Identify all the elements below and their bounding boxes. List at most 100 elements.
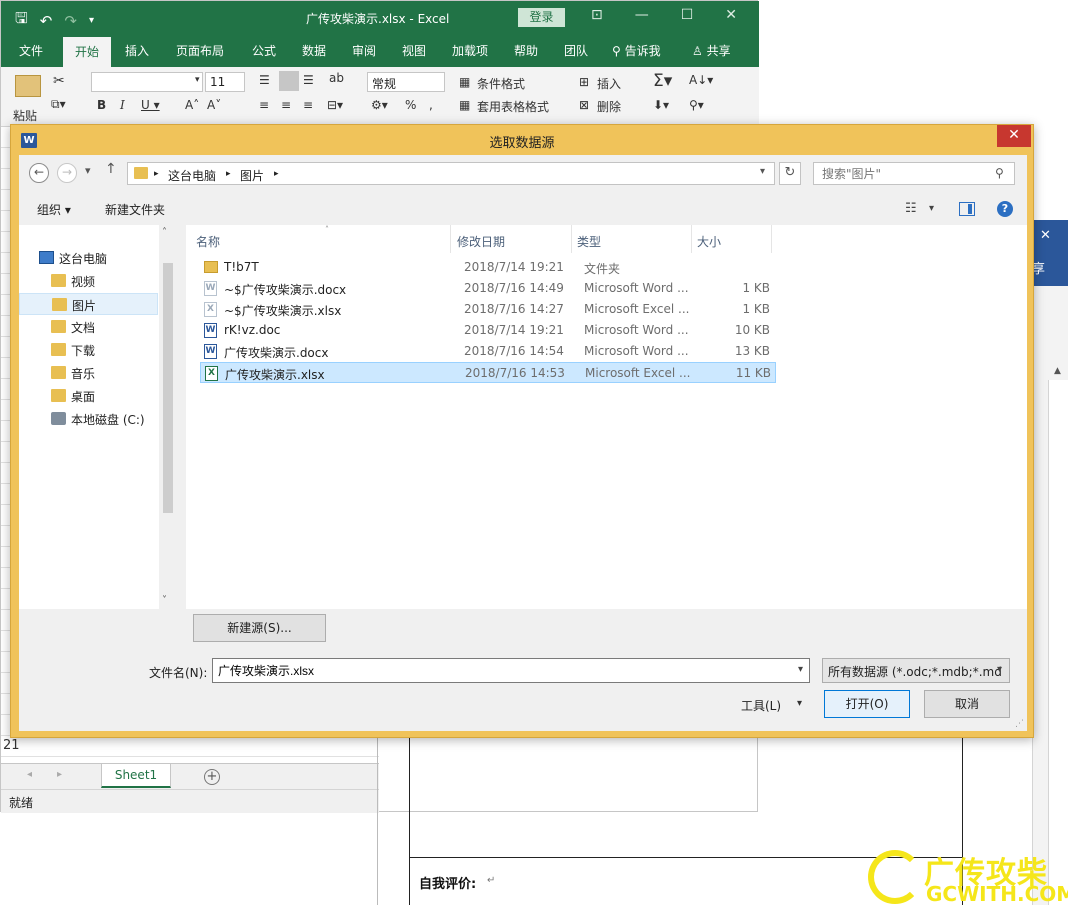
- align-left-icon[interactable]: ≡: [259, 98, 269, 112]
- tab-formulas[interactable]: 公式: [252, 42, 276, 59]
- tools-button[interactable]: 工具(L): [741, 697, 781, 714]
- align-bottom-icon[interactable]: ☰: [303, 73, 314, 87]
- underline-icon[interactable]: U ▾: [141, 98, 160, 112]
- dialog-close-button[interactable]: ✕: [997, 125, 1031, 147]
- paste-label[interactable]: 粘贴: [13, 107, 37, 124]
- nav-item[interactable]: 视频: [19, 270, 158, 292]
- search-icon[interactable]: ⚲: [995, 166, 1004, 180]
- filename-dropdown-icon[interactable]: ▾: [798, 664, 803, 675]
- column-header-date[interactable]: 修改日期: [457, 233, 505, 250]
- new-source-button[interactable]: 新建源(S)...: [193, 614, 326, 642]
- nav-item[interactable]: 下载: [19, 339, 158, 361]
- file-row[interactable]: W ~$广传攻柴演示.docx 2018/7/16 14:49 Microsoft W…: [200, 278, 776, 299]
- tell-me-button[interactable]: ⚲ 告诉我: [612, 42, 661, 59]
- tab-file[interactable]: 文件: [19, 42, 43, 59]
- tab-help[interactable]: 帮助: [514, 42, 538, 59]
- forward-icon[interactable]: →: [57, 163, 77, 183]
- tab-insert[interactable]: 插入: [125, 42, 149, 59]
- align-right-icon[interactable]: ≡: [303, 98, 313, 112]
- number-format-select[interactable]: 常规: [367, 72, 445, 92]
- tab-page-layout[interactable]: 页面布局: [176, 42, 224, 59]
- copy-icon[interactable]: ⧉▾: [51, 97, 66, 112]
- nav-item[interactable]: 音乐: [19, 362, 158, 384]
- file-row[interactable]: X ~$广传攻柴演示.xlsx 2018/7/16 14:27 Microsoft E…: [200, 299, 776, 320]
- column-divider[interactable]: [691, 225, 692, 253]
- tab-addins[interactable]: 加载项: [452, 42, 488, 59]
- customize-qat-icon[interactable]: ▾: [89, 15, 94, 26]
- file-list-pane[interactable]: ˄ 名称 修改日期 类型 大小 T!b7T 2018/7/14 19:21 文件夹 W…: [186, 225, 1027, 609]
- scroll-up-icon[interactable]: ˄: [162, 227, 167, 238]
- row-header-21[interactable]: 21: [3, 738, 20, 753]
- breadcrumb-chevron-icon[interactable]: ▸: [226, 169, 231, 179]
- undo-icon[interactable]: ↶: [40, 12, 53, 30]
- refresh-icon[interactable]: ↻: [779, 162, 801, 185]
- sort-filter-icon[interactable]: A↓▾: [689, 73, 713, 87]
- open-button[interactable]: 打开(O): [824, 690, 910, 718]
- file-row[interactable]: X 广传攻柴演示.xlsx 2018/7/16 14:53 Microsoft Exc…: [200, 362, 776, 383]
- column-divider[interactable]: [571, 225, 572, 253]
- align-middle-icon[interactable]: [279, 71, 299, 91]
- close-icon[interactable]: ✕: [725, 7, 737, 23]
- wrap-text-icon[interactable]: ab: [329, 71, 344, 85]
- paste-icon[interactable]: [15, 75, 41, 97]
- sheet-tab-sheet1[interactable]: Sheet1: [101, 764, 171, 788]
- file-type-dropdown-icon[interactable]: ▾: [997, 664, 1002, 675]
- view-dropdown-icon[interactable]: ▾: [929, 203, 934, 214]
- redo-icon[interactable]: ↷: [64, 12, 77, 30]
- address-dropdown-icon[interactable]: ▾: [760, 166, 765, 177]
- file-type-select[interactable]: 所有数据源 (*.odc;*.mdb;*.md: [822, 658, 1010, 683]
- breadcrumb-chevron-icon[interactable]: ▸: [274, 169, 279, 179]
- merge-icon[interactable]: ⊟▾: [327, 98, 343, 112]
- organize-button[interactable]: 组织 ▾: [37, 201, 71, 218]
- percent-icon[interactable]: %: [405, 98, 416, 112]
- tab-view[interactable]: 视图: [402, 42, 426, 59]
- scroll-down-icon[interactable]: ˅: [162, 595, 167, 606]
- file-row[interactable]: T!b7T 2018/7/14 19:21 文件夹: [200, 257, 776, 278]
- font-size-select[interactable]: 11: [205, 72, 245, 92]
- sheet-scroll-right-icon[interactable]: ▸: [57, 769, 62, 780]
- maximize-icon[interactable]: ☐: [681, 7, 694, 23]
- fill-icon[interactable]: ⬇▾: [653, 98, 669, 112]
- nav-item[interactable]: 图片: [19, 293, 158, 315]
- tab-home[interactable]: 开始: [63, 37, 112, 67]
- save-icon[interactable]: 🖫: [15, 8, 28, 33]
- up-icon[interactable]: ↑: [105, 161, 117, 177]
- nav-item[interactable]: 文档: [19, 316, 158, 338]
- sheet-scroll-left-icon[interactable]: ◂: [27, 769, 32, 780]
- cut-icon[interactable]: ✂: [53, 73, 65, 89]
- preview-pane-icon[interactable]: [959, 202, 975, 216]
- breadcrumb-pictures[interactable]: 图片: [240, 167, 264, 184]
- tab-data[interactable]: 数据: [302, 42, 326, 59]
- word-scrollbar[interactable]: ▲: [1048, 366, 1068, 905]
- resize-grip-icon[interactable]: ⋰: [1015, 719, 1024, 729]
- word-close-icon[interactable]: ✕: [1040, 228, 1051, 243]
- autosum-icon[interactable]: Σ▾: [653, 71, 672, 91]
- file-row[interactable]: W 广传攻柴演示.docx 2018/7/16 14:54 Microsoft Wor…: [200, 341, 776, 362]
- column-header-type[interactable]: 类型: [577, 233, 601, 250]
- tools-dropdown-icon[interactable]: ▾: [797, 698, 802, 709]
- back-icon[interactable]: ←: [29, 163, 49, 183]
- help-icon[interactable]: ?: [997, 201, 1013, 217]
- currency-icon[interactable]: ⚙▾: [371, 98, 388, 112]
- align-center-icon[interactable]: ≡: [281, 98, 291, 112]
- conditional-format-button[interactable]: 条件格式: [477, 75, 525, 92]
- nav-item[interactable]: 本地磁盘 (C:): [19, 408, 158, 430]
- column-divider[interactable]: [450, 225, 451, 253]
- cancel-button[interactable]: 取消: [924, 690, 1010, 718]
- italic-icon[interactable]: I: [120, 98, 125, 112]
- decrease-font-icon[interactable]: A˅: [207, 98, 221, 112]
- address-bar[interactable]: ▸ 这台电脑 ▸ 图片 ▸ ▾: [127, 162, 775, 185]
- breadcrumb-this-pc[interactable]: 这台电脑: [168, 167, 216, 184]
- font-name-dropdown-icon[interactable]: ▾: [195, 75, 200, 85]
- recent-locations-icon[interactable]: ▾: [85, 164, 91, 177]
- add-sheet-icon[interactable]: +: [204, 769, 220, 785]
- delete-cells-button[interactable]: 删除: [597, 98, 621, 115]
- file-row[interactable]: WrK!vz.doc 2018/7/14 19:21 Microsoft Word …: [200, 320, 776, 341]
- navigation-pane[interactable]: 这台电脑 视频 图片 文档 下载 音乐 桌面 本地磁盘 (C:) ˄ ˅: [19, 225, 176, 609]
- table-format-button[interactable]: 套用表格格式: [477, 98, 549, 115]
- minimize-icon[interactable]: —: [635, 7, 649, 23]
- view-options-icon[interactable]: ☷: [905, 201, 917, 216]
- scroll-up-icon[interactable]: ▲: [1054, 366, 1061, 376]
- tab-review[interactable]: 审阅: [352, 42, 376, 59]
- filename-input[interactable]: [212, 658, 810, 683]
